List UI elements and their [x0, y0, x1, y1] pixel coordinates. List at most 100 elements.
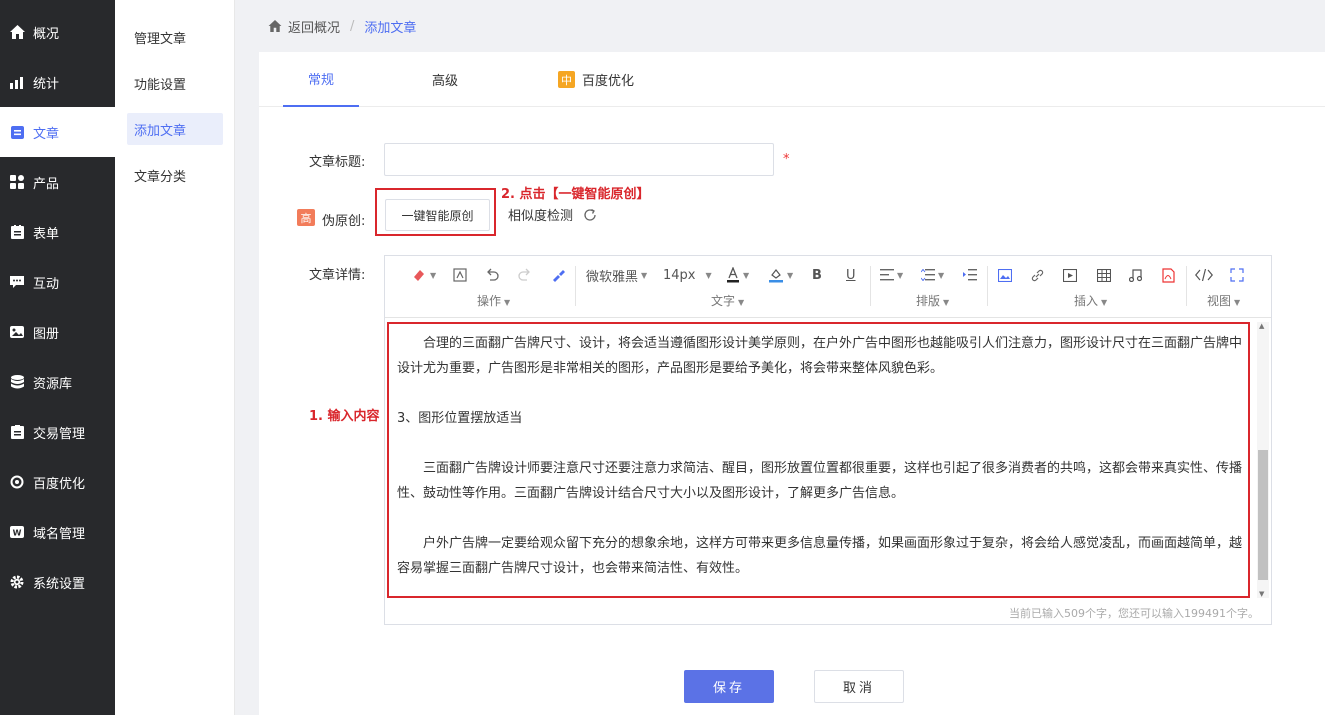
font-family-select[interactable]: 微软雅黑 ▼	[586, 266, 647, 285]
tab-advanced[interactable]: 高级	[407, 52, 483, 107]
sidebar-item-product[interactable]: 产品	[0, 157, 115, 207]
sidebar-item-label: 互动	[33, 276, 60, 292]
sidebar-item-label: 统计	[33, 76, 60, 92]
required-mark: *	[783, 152, 790, 167]
format-painter-icon[interactable]	[453, 266, 467, 284]
similarity-check[interactable]: 相似度检测	[508, 205, 597, 224]
editor-toolbar: ▼ 操作 ▼ 微软雅黑 ▼ 14px ▼ ▼ ▼ B U 文字 ▼ ▼ ▼ 排版 ▼	[385, 256, 1271, 318]
refresh-icon	[583, 208, 597, 222]
sidebar-item-label: 系统设置	[33, 576, 86, 592]
breadcrumb-back-label: 返回概况	[288, 20, 341, 36]
cancel-button[interactable]: 取消	[814, 670, 904, 703]
product-icon	[9, 174, 25, 190]
sidebar-item-label: 资源库	[33, 376, 73, 392]
char-count: 当前已输入509个字，您还可以输入199491个字。	[1009, 607, 1259, 620]
ai-original-button[interactable]: 一键智能原创	[385, 199, 490, 231]
scrollbar-thumb[interactable]	[1258, 450, 1268, 580]
breadcrumb-current: 添加文章	[364, 20, 417, 36]
font-color-icon[interactable]: ▼	[726, 266, 749, 284]
group-text[interactable]: 文字 ▼	[711, 292, 744, 309]
group-operation[interactable]: 操作 ▼	[477, 292, 510, 309]
title-label: 文章标题:	[309, 155, 366, 170]
toolbar-divider	[1186, 266, 1187, 306]
chat-icon	[9, 274, 25, 290]
source-code-icon[interactable]	[1195, 266, 1213, 284]
home-icon	[9, 24, 25, 40]
redo-icon[interactable]	[518, 266, 532, 284]
eraser-icon[interactable]: ▼	[411, 266, 436, 284]
svg-text:W: W	[13, 529, 22, 538]
link-icon[interactable]	[1030, 266, 1045, 284]
pseudo-badge: 高	[297, 209, 315, 226]
tab-seo-label: 百度优化	[581, 74, 634, 89]
breadcrumb: 返回概况 / 添加文章	[235, 0, 1325, 52]
line-height-icon[interactable]: ▼	[921, 266, 944, 284]
sidebar-item-seo[interactable]: 百度优化	[0, 457, 115, 507]
brush-icon[interactable]	[551, 266, 565, 284]
table-icon[interactable]	[1097, 266, 1111, 284]
article-icon	[9, 124, 25, 140]
toolbar-divider	[987, 266, 988, 306]
font-size-select[interactable]: 14px ▼	[663, 266, 712, 284]
pseudo-label: 伪原创:	[322, 214, 366, 229]
sidebar-item-form[interactable]: 表单	[0, 207, 115, 257]
align-icon[interactable]: ▼	[880, 266, 903, 284]
video-icon[interactable]	[1063, 266, 1077, 284]
submenu-function-settings[interactable]: 功能设置	[127, 67, 223, 99]
submenu-manage-articles[interactable]: 管理文章	[127, 21, 223, 53]
sidebar-item-gallery[interactable]: 图册	[0, 307, 115, 357]
annotation-box-content	[387, 322, 1250, 598]
submenu: 管理文章 功能设置 添加文章 文章分类	[115, 0, 235, 715]
save-button[interactable]: 保存	[684, 670, 774, 703]
submenu-article-category[interactable]: 文章分类	[127, 159, 223, 191]
tab-general[interactable]: 常规	[283, 52, 359, 107]
seo-badge: 中	[557, 71, 575, 88]
similarity-label: 相似度检测	[508, 209, 574, 224]
underline-icon[interactable]: U	[846, 266, 856, 284]
toolbar-divider	[575, 266, 576, 306]
sidebar-item-label: 产品	[33, 176, 60, 192]
title-input[interactable]	[384, 143, 774, 176]
annotation-step2: 2. 点击【一键智能原创】	[501, 187, 650, 202]
bold-icon[interactable]: B	[812, 266, 822, 284]
home-icon	[268, 20, 282, 32]
sidebar-item-label: 域名管理	[33, 526, 86, 542]
sidebar-item-label: 交易管理	[33, 426, 86, 442]
breadcrumb-back[interactable]: 返回概况	[268, 17, 340, 36]
undo-icon[interactable]	[485, 266, 499, 284]
detail-label: 文章详情:	[309, 268, 366, 283]
tab-seo[interactable]: 中 百度优化	[551, 52, 641, 107]
sidebar-item-article[interactable]: 文章	[0, 107, 115, 157]
sidebar-item-label: 概况	[33, 26, 60, 42]
seo-icon	[9, 474, 25, 490]
sidebar-item-trade[interactable]: 交易管理	[0, 407, 115, 457]
editor-scrollbar[interactable]: ▲ ▼	[1257, 322, 1269, 598]
fullscreen-icon[interactable]	[1230, 266, 1244, 284]
sidebar-item-domain[interactable]: W 域名管理	[0, 507, 115, 557]
submenu-add-article[interactable]: 添加文章	[127, 113, 223, 145]
music-icon[interactable]	[1129, 266, 1142, 284]
toolbar-divider	[870, 266, 871, 306]
sidebar-item-settings[interactable]: 系统设置	[0, 557, 115, 607]
group-view[interactable]: 视图 ▼	[1207, 292, 1240, 309]
scroll-up-icon[interactable]: ▲	[1259, 322, 1264, 330]
sidebar-item-overview[interactable]: 概况	[0, 7, 115, 57]
pdf-icon[interactable]	[1162, 266, 1175, 284]
gallery-icon	[9, 324, 25, 340]
sidebar-item-label: 表单	[33, 226, 60, 242]
breadcrumb-separator: /	[350, 18, 355, 34]
group-layout[interactable]: 排版 ▼	[916, 292, 949, 309]
highlight-color-icon[interactable]: ▼	[768, 266, 793, 284]
sidebar-item-label: 图册	[33, 326, 60, 342]
sidebar-item-interaction[interactable]: 互动	[0, 257, 115, 307]
image-icon[interactable]	[998, 266, 1012, 284]
tab-bar: 常规 高级 中 百度优化	[259, 52, 1325, 107]
indent-icon[interactable]	[963, 266, 977, 284]
group-insert[interactable]: 插入 ▼	[1074, 292, 1107, 309]
trade-icon	[9, 424, 25, 440]
domain-icon: W	[9, 524, 25, 540]
scroll-down-icon[interactable]: ▼	[1259, 590, 1264, 598]
rich-text-editor: ▼ 操作 ▼ 微软雅黑 ▼ 14px ▼ ▼ ▼ B U 文字 ▼ ▼ ▼ 排版 ▼	[384, 255, 1272, 625]
sidebar-item-resource[interactable]: 资源库	[0, 357, 115, 407]
sidebar-item-stats[interactable]: 统计	[0, 57, 115, 107]
